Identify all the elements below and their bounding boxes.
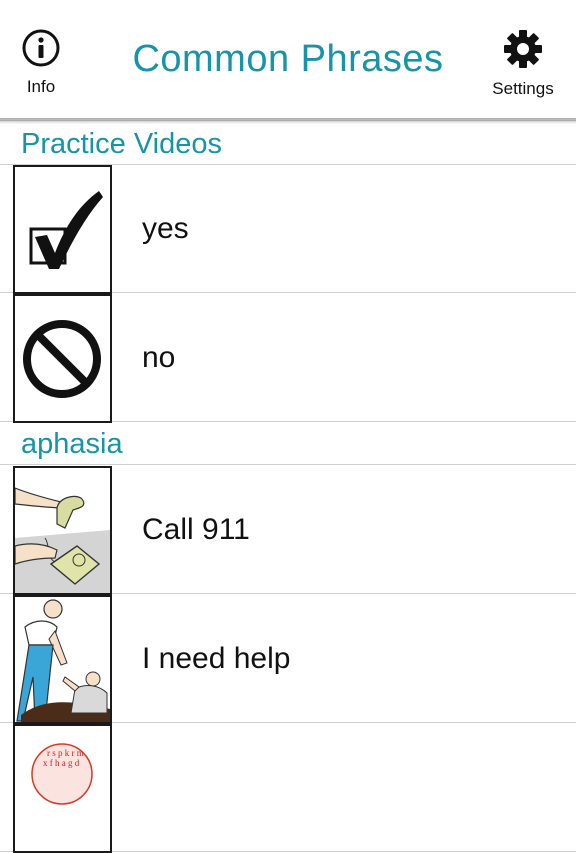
settings-button[interactable]: Settings [488,28,558,99]
section-header-practice-videos: Practice Videos [0,122,576,165]
phrase-row-no[interactable]: no [0,293,576,423]
svg-text:x f h a g d: x f h a g d [43,758,80,768]
checkbox-checked-icon [13,165,112,294]
phrase-label: yes [142,212,189,245]
phrase-label: Call 911 [142,513,250,546]
phrase-row-yes[interactable]: yes [0,164,576,294]
section-header-aphasia: aphasia [0,422,576,465]
section-title: aphasia [21,428,123,460]
phrase-label: no [142,341,176,374]
speech-letters-picture: r s p k r m x f h a g d [13,724,112,853]
telephone-call-picture [13,466,112,595]
phrase-row-i-need-help[interactable]: I need help [0,594,576,724]
settings-label: Settings [492,79,554,98]
gear-icon [504,30,542,68]
top-bar: Info Common Phrases Settings [0,0,576,121]
phrase-row-partial[interactable]: r s p k r m x f h a g d [0,723,576,853]
svg-text:r s p k r m: r s p k r m [47,748,84,758]
prohibited-icon [13,294,112,423]
phrase-row-call-911[interactable]: Call 911 [0,465,576,595]
phrase-label: I need help [142,642,291,675]
section-title: Practice Videos [21,128,222,160]
person-helping-picture [13,595,112,724]
